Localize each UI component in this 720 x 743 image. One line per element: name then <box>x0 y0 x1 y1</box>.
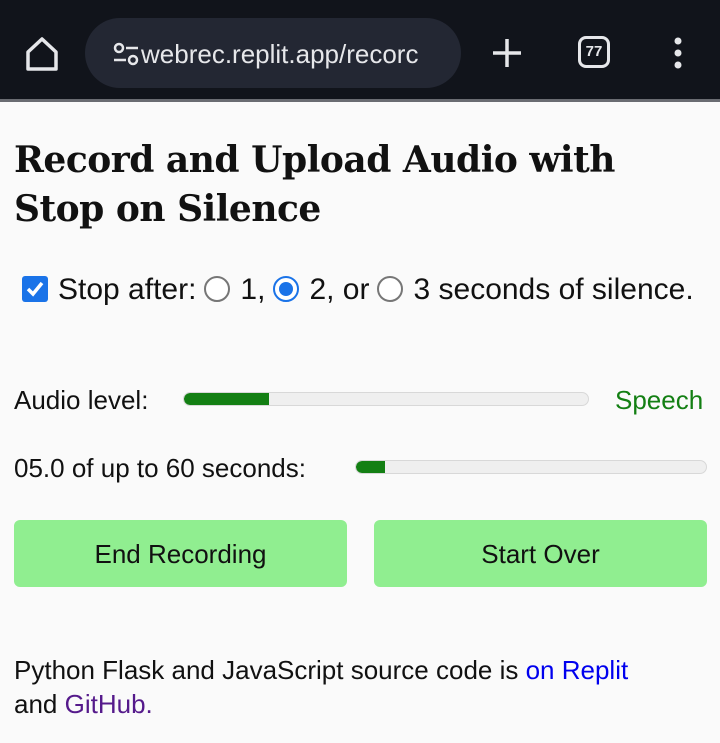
radio-2-seconds[interactable] <box>273 276 300 302</box>
replit-link[interactable]: on Replit <box>526 655 629 685</box>
github-link[interactable]: GitHub. <box>65 689 153 719</box>
home-icon[interactable] <box>22 34 62 74</box>
radio-1-label: 1, <box>240 273 266 306</box>
audio-level-fill <box>184 393 269 405</box>
footer-prefix: Python Flask and JavaScript source code … <box>14 655 526 685</box>
recording-progress-fill <box>356 461 386 473</box>
url-text[interactable]: webrec.replit.app/recorc <box>141 36 453 72</box>
end-recording-button[interactable]: End Recording <box>14 520 347 587</box>
elapsed-time-label: 05.0 of up to 60 seconds: <box>14 453 306 483</box>
browser-toolbar: webrec.replit.app/recorc 77 <box>0 0 720 102</box>
stop-after-label: Stop after: <box>58 273 197 306</box>
new-tab-plus-icon[interactable] <box>490 36 524 70</box>
audio-level-meter <box>183 392 589 406</box>
more-menu-icon[interactable] <box>670 36 686 70</box>
silence-options: Stop after: 1, 2, or 3 seconds of silence. <box>14 270 714 310</box>
tab-switcher-icon[interactable]: 77 <box>578 36 610 68</box>
stop-on-silence-checkbox[interactable] <box>22 276 48 302</box>
site-settings-icon[interactable] <box>112 40 140 68</box>
radio-2-label: 2, or <box>309 273 370 306</box>
recording-progress-bar <box>355 460 707 474</box>
radio-3-seconds[interactable] <box>377 276 404 302</box>
page-title: Record and Upload Audio with Stop on Sil… <box>14 139 615 230</box>
footer-text: Python Flask and JavaScript source code … <box>14 653 714 721</box>
audio-level-label: Audio level: <box>14 385 149 415</box>
audio-status: Speech <box>615 385 704 415</box>
radio-3-label: 3 seconds of silence. <box>413 273 694 306</box>
start-over-button[interactable]: Start Over <box>374 520 707 587</box>
footer-middle: and <box>14 689 65 719</box>
radio-1-second[interactable] <box>204 276 231 302</box>
